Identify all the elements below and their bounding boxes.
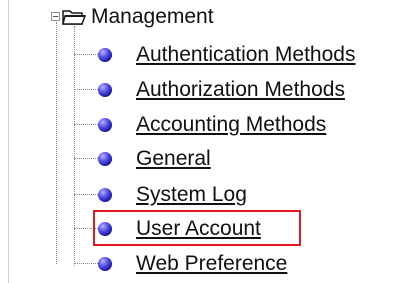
tree-item-label[interactable]: Authentication Methods bbox=[136, 42, 355, 68]
bullet-icon bbox=[98, 257, 112, 271]
tree-item-authentication-methods[interactable]: Authentication Methods bbox=[74, 42, 398, 68]
tree-connector-horizontal bbox=[74, 54, 98, 55]
tree-connector-horizontal bbox=[74, 89, 98, 90]
bullet-icon bbox=[98, 118, 112, 132]
highlight-box-user-account bbox=[93, 210, 301, 246]
tree-item-general[interactable]: General bbox=[74, 146, 398, 172]
bullet-icon bbox=[98, 48, 112, 62]
bullet-icon bbox=[98, 152, 112, 166]
tree-item-authorization-methods[interactable]: Authorization Methods bbox=[74, 77, 398, 103]
tree-item-label[interactable]: Authorization Methods bbox=[136, 77, 345, 103]
tree-item-web-preference[interactable]: Web Preference bbox=[74, 251, 398, 277]
tree-connector-vertical bbox=[74, 26, 75, 266]
tree-connector-horizontal bbox=[74, 158, 98, 159]
tree-root-management[interactable]: Management bbox=[91, 3, 214, 31]
bullet-icon bbox=[98, 83, 112, 97]
tree-connector-horizontal bbox=[74, 124, 98, 125]
collapse-toggle[interactable] bbox=[51, 12, 60, 21]
folder-open-icon bbox=[62, 9, 87, 26]
tree-connector-horizontal bbox=[74, 194, 98, 195]
tree-item-accounting-methods[interactable]: Accounting Methods bbox=[74, 112, 398, 138]
tree-item-system-log[interactable]: System Log bbox=[74, 182, 398, 208]
tree-connector-vertical bbox=[56, 22, 57, 264]
tree-item-label[interactable]: Accounting Methods bbox=[136, 112, 326, 138]
bullet-icon bbox=[98, 188, 112, 202]
tree-item-label[interactable]: General bbox=[136, 146, 211, 172]
panel-left-border bbox=[8, 0, 9, 283]
tree-item-label[interactable]: System Log bbox=[136, 182, 247, 208]
tree-item-label[interactable]: Web Preference bbox=[136, 251, 287, 277]
tree-connector-horizontal bbox=[74, 263, 98, 264]
